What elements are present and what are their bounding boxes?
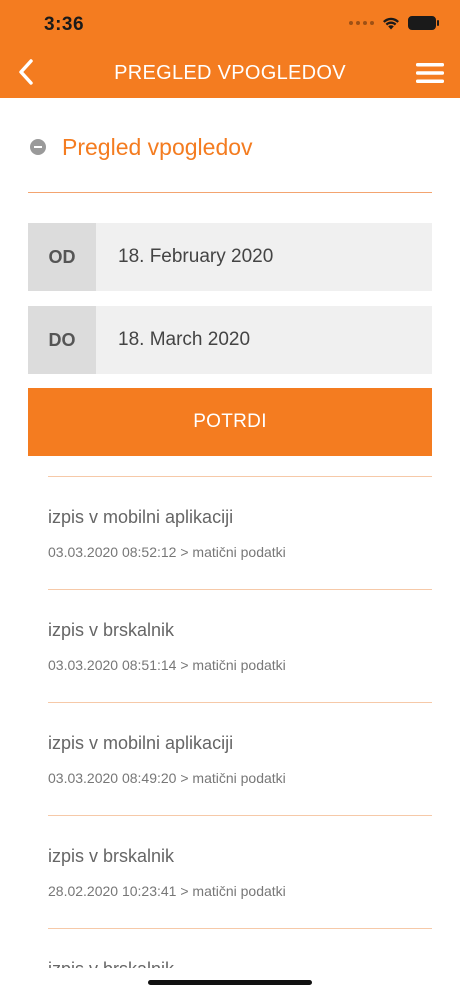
- section-title: Pregled vpogledov: [62, 134, 253, 160]
- nav-bar: PREGLED VPOGLEDOV: [0, 48, 460, 98]
- list-item[interactable]: izpis v brskalnik: [48, 928, 432, 968]
- entry-subtitle: 03.03.2020 08:51:14 > matični podatki: [48, 657, 286, 673]
- date-to-value[interactable]: 18. March 2020: [118, 329, 250, 351]
- hamburger-menu-icon: [416, 63, 444, 83]
- home-indicator: [148, 980, 312, 985]
- list-item[interactable]: izpis v brskalnik 03.03.2020 08:51:14 > …: [48, 589, 432, 702]
- date-to-field[interactable]: DO 18. March 2020: [28, 306, 432, 374]
- page-title: PREGLED VPOGLEDOV: [114, 62, 346, 84]
- list-item[interactable]: izpis v brskalnik 28.02.2020 10:23:41 > …: [48, 815, 432, 928]
- entry-title: izpis v brskalnik: [48, 959, 174, 968]
- date-to-label: DO: [28, 306, 96, 374]
- list-item[interactable]: izpis v mobilni aplikaciji 03.03.2020 08…: [48, 476, 432, 589]
- app-header: 3:36 PREGLED VPOGLEDOV: [0, 0, 460, 98]
- section-header: Pregled vpogledov: [28, 130, 432, 193]
- status-time: 3:36: [44, 14, 85, 35]
- status-bar: 3:36: [0, 0, 460, 48]
- wifi-icon: [383, 17, 399, 29]
- entry-title: izpis v mobilni aplikaciji: [48, 507, 234, 527]
- menu-button[interactable]: [414, 58, 446, 88]
- confirm-button[interactable]: POTRDI: [28, 388, 432, 456]
- date-from-label: OD: [28, 223, 96, 291]
- back-button[interactable]: [8, 54, 44, 90]
- battery-icon: [408, 16, 439, 30]
- list-item[interactable]: izpis v mobilni aplikaciji 03.03.2020 08…: [48, 702, 432, 815]
- date-from-field[interactable]: OD 18. February 2020: [28, 223, 432, 291]
- date-from-value[interactable]: 18. February 2020: [118, 246, 273, 268]
- entry-title: izpis v brskalnik: [48, 620, 175, 640]
- entry-title: izpis v brskalnik: [48, 846, 175, 866]
- entry-subtitle: 28.02.2020 10:23:41 > matični podatki: [48, 883, 286, 899]
- chevron-left-icon: [19, 59, 33, 85]
- entry-subtitle: 03.03.2020 08:52:12 > matični podatki: [48, 544, 286, 560]
- cellular-signal-icon: [349, 21, 374, 25]
- minus-circle-icon[interactable]: [30, 139, 46, 155]
- entry-title: izpis v mobilni aplikaciji: [48, 733, 234, 753]
- entries-list[interactable]: izpis v mobilni aplikaciji 03.03.2020 08…: [0, 476, 460, 968]
- entry-subtitle: 03.03.2020 08:49:20 > matični podatki: [48, 770, 286, 786]
- status-icons: [349, 16, 439, 30]
